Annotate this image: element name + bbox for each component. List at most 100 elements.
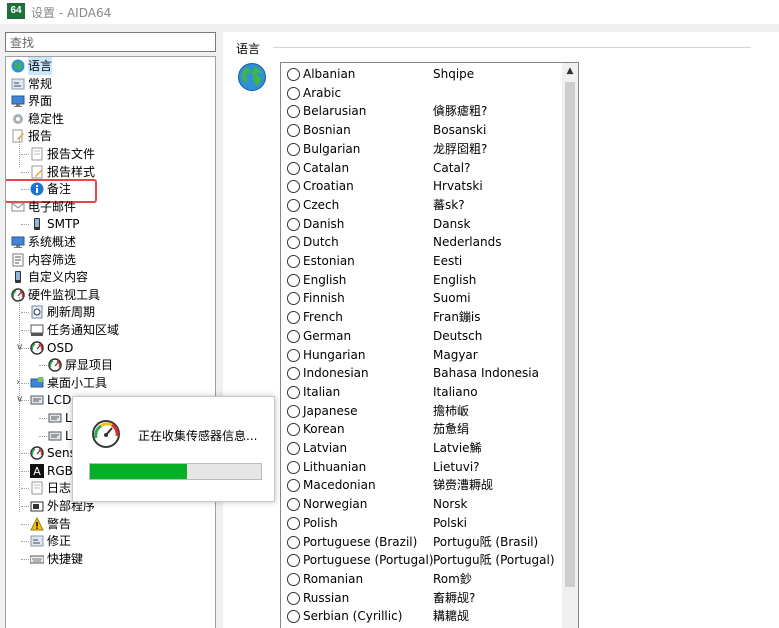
radio-button[interactable] <box>287 572 300 586</box>
tree-item[interactable]: SMTP <box>6 215 215 233</box>
language-option[interactable]: Latvian Latvie鯑 <box>281 439 562 458</box>
tree-item-label: 任务通知区域 <box>47 323 120 337</box>
language-option[interactable]: Japanese 擔杮岅 <box>281 402 562 421</box>
tree-item[interactable]: 硬件监视工具 <box>6 286 215 304</box>
search-input[interactable]: 查找 <box>5 32 216 52</box>
language-name: Croatian <box>303 179 354 194</box>
language-option[interactable]: Bulgarian 龙脬囵粗? <box>281 140 562 159</box>
aida64-app-icon: 64 <box>7 3 25 19</box>
tree-item[interactable]: ∨ OSD <box>6 339 215 357</box>
tree-item[interactable]: › 桌面小工具 <box>6 374 215 392</box>
tree-item[interactable]: 报告文件 <box>6 145 215 163</box>
language-option[interactable]: Czech 蕃sk? <box>281 196 562 215</box>
radio-button[interactable] <box>287 554 300 568</box>
language-option[interactable]: English English <box>281 271 562 290</box>
language-option[interactable]: Catalan Catal? <box>281 159 562 178</box>
radio-button[interactable] <box>287 329 300 343</box>
radio-button[interactable] <box>287 610 300 624</box>
language-option[interactable]: Hungarian Magyar <box>281 346 562 365</box>
tree-item[interactable]: 内容筛选 <box>6 251 215 269</box>
language-option[interactable]: Romanian Rom鈔 <box>281 570 562 589</box>
language-option[interactable]: Macedonian 锑赍漕耨觇 <box>281 476 562 495</box>
tree-item-label: 刷新周期 <box>47 305 96 320</box>
tree-item[interactable]: 任务通知区域 <box>6 321 215 339</box>
language-list[interactable]: Serbian (Cyrillic) 耩耱觇 Russian 畜耨觇? Romanian… <box>280 62 579 628</box>
radio-button[interactable] <box>287 68 300 81</box>
language-option[interactable]: Danish Dansk <box>281 215 562 234</box>
language-option[interactable]: Croatian Hrvatski <box>281 177 562 196</box>
language-name: Czech <box>303 197 340 212</box>
radio-button[interactable] <box>287 142 300 156</box>
language-option[interactable]: Estonian Eesti <box>281 252 562 271</box>
radio-button[interactable] <box>287 124 300 138</box>
radio-button[interactable] <box>287 105 300 119</box>
language-list-scrollbar[interactable]: ▲ <box>562 63 578 628</box>
language-option[interactable]: Dutch Nederlands <box>281 233 562 252</box>
radio-button[interactable] <box>287 479 300 493</box>
tree-item[interactable]: 屏显项目 <box>6 356 215 374</box>
radio-button[interactable] <box>287 161 300 175</box>
language-option[interactable]: Polish Polski <box>281 514 562 533</box>
radio-button[interactable] <box>287 311 300 325</box>
tree-item[interactable]: 刷新周期 <box>6 303 215 321</box>
language-option[interactable]: Portuguese (Portugal) Portugu阺 (Portugal) <box>281 551 562 570</box>
radio-button[interactable] <box>287 348 300 362</box>
progress-fill <box>90 464 188 479</box>
language-option[interactable]: French Fran鏰is <box>281 308 562 327</box>
language-option[interactable]: Norwegian Norsk <box>281 495 562 514</box>
tree-item[interactable]: 电子邮件 <box>6 198 215 216</box>
scroll-up-icon[interactable]: ▲ <box>562 63 578 80</box>
radio-button[interactable] <box>287 442 300 455</box>
radio-button[interactable] <box>287 86 300 100</box>
tree-item[interactable]: 界面 <box>6 92 215 110</box>
language-option[interactable]: German Deutsch <box>281 327 562 346</box>
radio-button[interactable] <box>287 180 300 194</box>
language-option[interactable]: Portuguese (Brazil) Portugu阺 (Brasil) <box>281 533 562 552</box>
radio-button[interactable] <box>287 516 300 530</box>
settings-tree[interactable]: 语言 常规 界面 稳定性 报告 报告文件 报告样式 备注 电子邮件 SMTP 系统概述 内容筛选 自定义… <box>5 56 216 628</box>
radio-button[interactable] <box>287 460 300 474</box>
language-option[interactable]: Korean 茄惫绢 <box>281 420 562 439</box>
language-native-name: 耩耱觇 <box>433 609 470 624</box>
language-option[interactable]: Belarusian 僋豚瘧粗? <box>281 102 562 121</box>
tree-item-label: 语言 <box>28 57 53 75</box>
tree-item[interactable]: 系统概述 <box>6 233 215 251</box>
scroll-thumb[interactable] <box>565 82 575 587</box>
tree-item[interactable]: 修正 <box>6 532 215 550</box>
radio-button[interactable] <box>287 591 300 605</box>
language-option[interactable]: Serbian (Cyrillic) 耩耱觇 <box>281 607 562 626</box>
tree-item[interactable]: 警告 <box>6 515 215 533</box>
radio-button[interactable] <box>287 367 300 381</box>
tree-item[interactable]: 备注 <box>6 180 215 198</box>
radio-button[interactable] <box>287 404 300 418</box>
tree-item[interactable]: 自定义内容 <box>6 268 215 286</box>
tree-item[interactable]: 常规 <box>6 75 215 93</box>
radio-button[interactable] <box>287 198 300 212</box>
language-option[interactable]: Russian 畜耨觇? <box>281 589 562 608</box>
tree-item[interactable]: 报告样式 <box>6 163 215 181</box>
language-option[interactable]: Arabic <box>281 84 562 103</box>
language-option[interactable]: Albanian Shqipe <box>281 65 562 84</box>
language-option[interactable]: Italian Italiano <box>281 383 562 402</box>
language-option[interactable]: Lithuanian Lietuvi? <box>281 458 562 477</box>
tree-item[interactable]: 稳定性 <box>6 110 215 128</box>
radio-button[interactable] <box>287 423 300 437</box>
language-option[interactable]: Bosnian Bosanski <box>281 121 562 140</box>
tree-item[interactable]: 快捷键 <box>6 550 215 568</box>
radio-button[interactable] <box>287 385 300 399</box>
language-native-name: Catal? <box>433 160 471 175</box>
language-option[interactable]: Indonesian Bahasa Indonesia <box>281 364 562 383</box>
tree-item[interactable]: 报告 <box>6 127 215 145</box>
radio-button[interactable] <box>287 273 300 287</box>
language-option[interactable]: Finnish Suomi <box>281 289 562 308</box>
radio-button[interactable] <box>287 498 300 512</box>
radio-button[interactable] <box>287 255 300 268</box>
tree-item-label: L <box>65 411 72 425</box>
radio-button[interactable] <box>287 292 300 306</box>
tree-item[interactable]: 语言 <box>6 57 215 75</box>
tree-item-label: 内容筛选 <box>28 252 77 267</box>
radio-button[interactable] <box>287 217 300 231</box>
language-native-name: 茄惫绢 <box>433 422 470 437</box>
radio-button[interactable] <box>287 535 300 549</box>
radio-button[interactable] <box>287 236 300 250</box>
